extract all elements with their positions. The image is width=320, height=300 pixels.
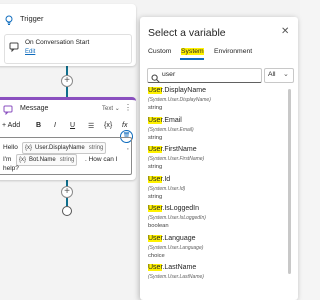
variable-type: string (148, 164, 163, 170)
variable-list-item[interactable]: User.Language (System.User.Language) choic… (148, 234, 288, 268)
trigger-title: On Conversation Start (25, 39, 90, 46)
trigger-label: Trigger (20, 14, 44, 23)
variable-name-rest: .FirstName (162, 146, 197, 153)
type-filter-dropdown[interactable]: All ⌄ (264, 68, 294, 83)
chevron-down-icon: ⌄ (283, 71, 289, 78)
variable-path: (System.User.FirstName) (148, 156, 205, 162)
variable-chip-icon: {x} (25, 145, 33, 151)
add-node-button-bottom[interactable]: + (61, 186, 73, 198)
variable-list-item[interactable]: User.DisplayName (System.User.DisplayName… (148, 87, 288, 120)
variable-name-rest: .Language (162, 234, 196, 242)
variable-name: User.Language (148, 234, 196, 242)
variable-list-item[interactable]: User.LastName (System.User.LastName) (148, 264, 288, 297)
add-button[interactable]: + Add (2, 122, 20, 129)
variable-list-item[interactable]: User.Id (System.User.Id) string (148, 175, 288, 209)
chip-type: string (59, 157, 75, 163)
dialog-title: Select a variable (148, 27, 226, 39)
chevron-down-icon: ⌄ (114, 106, 120, 112)
variable-name-match: User (148, 264, 163, 271)
variable-name-rest: .IsLoggedIn (162, 205, 199, 212)
variable-path: (System.User.IsLoggedIn) (148, 215, 206, 221)
insert-variable-button[interactable]: {x} (104, 122, 112, 129)
select-variable-dialog: Select a variable ✕ Custom System Enviro… (140, 17, 298, 300)
text-hello: Hello (3, 144, 18, 151)
end-node (62, 206, 72, 216)
message-toolbar: + Add B I U ☰ {x} fx (0, 120, 134, 134)
variable-type: choice (148, 252, 165, 259)
message-type-value: Text (102, 106, 114, 112)
variable-name: User.Email (148, 116, 182, 124)
text-comma: , (127, 144, 129, 151)
add-node-button-top[interactable]: + (61, 75, 73, 87)
close-icon[interactable]: ✕ (281, 26, 289, 37)
variable-path: (System.User.Id) (148, 185, 186, 192)
variable-list-item[interactable]: User.IsLoggedIn (System.User.IsLoggedIn) b… (148, 205, 288, 238)
variable-type: boolean (148, 223, 169, 229)
variable-name-rest: .Email (162, 116, 182, 124)
variable-name-match: User (148, 87, 163, 94)
variable-name: User.Id (148, 175, 171, 183)
tab-environment[interactable]: Environment (214, 48, 252, 55)
trigger-bulb-icon (4, 12, 14, 25)
variable-chip-icon: {x} (19, 157, 27, 163)
variable-name-rest: .LastName (162, 264, 197, 271)
scrollbar[interactable] (288, 89, 291, 274)
variable-name-rest: .DisplayName (162, 87, 206, 94)
formula-button[interactable]: fx (122, 122, 127, 129)
conversation-start-trigger[interactable]: On Conversation Start Edit (4, 34, 132, 64)
text-how: . How can I (85, 156, 118, 163)
variable-name-match: User (148, 116, 163, 124)
underline-button[interactable]: U (70, 122, 75, 129)
variable-type: string (148, 105, 163, 111)
search-value: user (162, 71, 176, 78)
variable-name: User.IsLoggedIn (148, 205, 199, 212)
variable-name-match: User (148, 234, 163, 242)
active-tab-indicator (180, 58, 204, 60)
variable-chip-botname[interactable]: {x} Bot.Name string (16, 154, 78, 166)
variable-type: string (148, 193, 163, 200)
variable-name: User.FirstName (148, 146, 197, 153)
more-options-button[interactable]: ⋮ (124, 103, 132, 112)
variable-name-match: User (148, 175, 163, 183)
chip-name: User.DisplayName (35, 145, 85, 151)
tab-custom[interactable]: Custom (148, 48, 171, 55)
text-im: I'm (3, 156, 12, 163)
trigger-node[interactable]: Trigger On Conversation Start Edit (0, 4, 136, 66)
filter-value: All (268, 71, 276, 78)
search-input[interactable]: user (147, 68, 262, 83)
message-text-editor[interactable]: Hello {x} User.DisplayName string , I'm {x… (0, 137, 132, 175)
message-node[interactable]: Message Text ⌄ ⋮ + Add B I U ☰ {x} fx 🗑 … (0, 97, 136, 180)
variable-name: User.LastName (148, 264, 196, 271)
message-icon (3, 105, 13, 116)
variable-list-item[interactable]: User.Email (System.User.Email) string (148, 116, 288, 150)
variable-path: (System.User.DisplayName) (148, 97, 211, 103)
variable-path: (System.User.LastName) (148, 274, 204, 280)
text-help: help? (3, 165, 19, 172)
list-button[interactable]: ☰ (88, 122, 94, 130)
bold-button[interactable]: B (36, 122, 41, 129)
tab-system[interactable]: System (181, 48, 204, 55)
edit-trigger-link[interactable]: Edit (25, 49, 35, 55)
chip-type: string (88, 145, 104, 151)
chat-bubble-icon (9, 42, 19, 55)
chip-name: Bot.Name (29, 157, 56, 163)
message-label: Message (20, 105, 49, 112)
variable-name-rest: .Id (162, 175, 171, 183)
variable-path: (System.User.Language) (148, 244, 204, 251)
variable-name-match: User (148, 205, 163, 212)
connector-line-middle (66, 87, 68, 97)
italic-button[interactable]: I (54, 122, 56, 129)
variable-type: string (148, 134, 163, 141)
variable-name-match: User (148, 146, 163, 153)
tab-system-label: System (181, 48, 204, 55)
variable-chip-displayname[interactable]: {x} User.DisplayName string (22, 142, 107, 154)
search-icon (151, 70, 160, 83)
variable-list-item[interactable]: User.FirstName (System.User.FirstName) str… (148, 146, 288, 179)
variable-name: User.DisplayName (148, 87, 206, 94)
variable-path: (System.User.Email) (148, 126, 194, 133)
message-type-dropdown[interactable]: Text ⌄ (102, 105, 120, 112)
